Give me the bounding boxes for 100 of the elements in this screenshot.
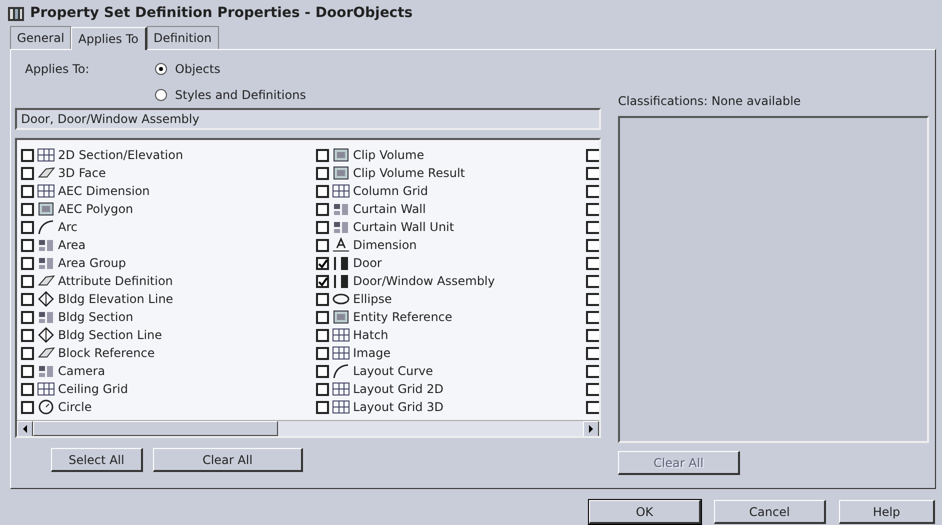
- radio-button[interactable]: [155, 89, 167, 101]
- object-type-label: Clip Volume: [353, 147, 424, 164]
- clear-all-button[interactable]: Clear All: [153, 448, 303, 472]
- object-type-label: Ellipse: [353, 291, 392, 308]
- arc-icon: [332, 363, 350, 379]
- object-type-label: 2D Section/Elevation: [58, 147, 184, 164]
- checkbox[interactable]: [586, 400, 599, 414]
- checkbox[interactable]: [316, 148, 329, 162]
- checkbox[interactable]: [586, 382, 599, 396]
- object-type-label: AEC Polygon: [58, 201, 134, 218]
- checkbox[interactable]: [586, 166, 599, 180]
- blocks-icon: [332, 219, 350, 235]
- blocks-icon: [37, 309, 55, 325]
- checkbox[interactable]: [21, 184, 34, 198]
- checkbox[interactable]: [586, 364, 599, 378]
- checkbox[interactable]: [316, 256, 329, 270]
- checkbox[interactable]: [316, 292, 329, 306]
- object-type-label: Image: [353, 345, 391, 362]
- checkbox[interactable]: [316, 238, 329, 252]
- ellipse-icon: [332, 291, 350, 307]
- checkbox[interactable]: [21, 202, 34, 216]
- checkbox[interactable]: [316, 364, 329, 378]
- grid-icon: [332, 183, 350, 199]
- blocks-icon: [37, 363, 55, 379]
- checkbox[interactable]: [21, 400, 34, 414]
- checkbox[interactable]: [586, 238, 599, 252]
- object-type-label: 3D Face: [58, 165, 106, 182]
- checkbox[interactable]: [586, 220, 599, 234]
- checkbox[interactable]: [316, 382, 329, 396]
- dialog-button[interactable]: Cancel: [714, 500, 826, 524]
- checkbox[interactable]: [21, 220, 34, 234]
- object-type-label: Arc: [58, 219, 78, 236]
- checkbox[interactable]: [316, 166, 329, 180]
- object-type-label: Bldg Section: [58, 309, 134, 326]
- window-title: Property Set Definition Properties - DoorObjects: [30, 4, 413, 23]
- checkbox[interactable]: [21, 346, 34, 360]
- checkbox[interactable]: [21, 328, 34, 342]
- checkbox[interactable]: [316, 310, 329, 324]
- checkbox[interactable]: [21, 364, 34, 378]
- checkbox[interactable]: [21, 310, 34, 324]
- left-arrow-icon: [22, 425, 28, 433]
- checkbox[interactable]: [586, 310, 599, 324]
- tab[interactable]: General: [10, 26, 72, 49]
- radio-label[interactable]: Objects: [175, 60, 220, 78]
- checkbox[interactable]: [21, 382, 34, 396]
- checkbox[interactable]: [21, 166, 34, 180]
- checkbox[interactable]: [586, 292, 599, 306]
- square-icon: [37, 201, 55, 217]
- scroll-right-button[interactable]: [583, 421, 599, 436]
- checkbox[interactable]: [586, 256, 599, 270]
- object-type-label: Bldg Elevation Line: [58, 291, 174, 308]
- diamond-icon: [37, 291, 55, 307]
- radio-button[interactable]: [155, 63, 167, 75]
- grid-icon: [332, 399, 350, 415]
- checkbox[interactable]: [316, 328, 329, 342]
- right-arrow-icon: [588, 425, 594, 433]
- tab[interactable]: Definition: [146, 26, 219, 49]
- scroll-thumb[interactable]: [33, 421, 278, 436]
- select-all-button[interactable]: Select All: [51, 448, 143, 472]
- checkbox[interactable]: [316, 184, 329, 198]
- object-type-label: Layout Grid 2D: [353, 381, 444, 398]
- checkbox[interactable]: [316, 202, 329, 216]
- checkbox[interactable]: [586, 328, 599, 342]
- checkbox[interactable]: [586, 274, 599, 288]
- clear-all-button: Clear All: [618, 451, 740, 475]
- door-icon: [332, 255, 350, 271]
- selection-field[interactable]: Door, Door/Window Assembly: [15, 108, 601, 130]
- checkbox[interactable]: [316, 346, 329, 360]
- object-type-label: Block Reference: [58, 345, 155, 362]
- object-type-label: Layout Curve: [353, 363, 434, 380]
- circle-icon: [37, 399, 55, 415]
- dialog-button[interactable]: OK: [589, 500, 701, 524]
- object-type-label: Area: [58, 237, 86, 254]
- checkbox[interactable]: [21, 274, 34, 288]
- object-type-label: Area Group: [58, 255, 126, 272]
- arc-icon: [37, 219, 55, 235]
- grid-icon: [37, 147, 55, 163]
- radio-label[interactable]: Styles and Definitions: [175, 86, 306, 104]
- object-type-label: Column Grid: [353, 183, 428, 200]
- checkbox[interactable]: [586, 346, 599, 360]
- dialog-button[interactable]: Help: [839, 500, 935, 524]
- checkbox[interactable]: [316, 274, 329, 288]
- checkbox[interactable]: [586, 148, 599, 162]
- grid-icon: [37, 381, 55, 397]
- tab[interactable]: Applies To: [71, 27, 146, 50]
- checkbox[interactable]: [586, 184, 599, 198]
- scroll-left-button[interactable]: [17, 421, 33, 436]
- checkbox[interactable]: [21, 256, 34, 270]
- horizontal-scrollbar[interactable]: [17, 420, 599, 436]
- checkbox[interactable]: [586, 202, 599, 216]
- object-type-label: Bldg Section Line: [58, 327, 162, 344]
- classifications-label: Classifications: None available: [618, 93, 802, 110]
- checkbox[interactable]: [316, 220, 329, 234]
- checkbox[interactable]: [316, 400, 329, 414]
- square-icon: [332, 147, 350, 163]
- checkbox[interactable]: [21, 238, 34, 252]
- checkbox[interactable]: [21, 148, 34, 162]
- dimension-icon: [332, 237, 350, 253]
- diamond-icon: [37, 327, 55, 343]
- checkbox[interactable]: [21, 292, 34, 306]
